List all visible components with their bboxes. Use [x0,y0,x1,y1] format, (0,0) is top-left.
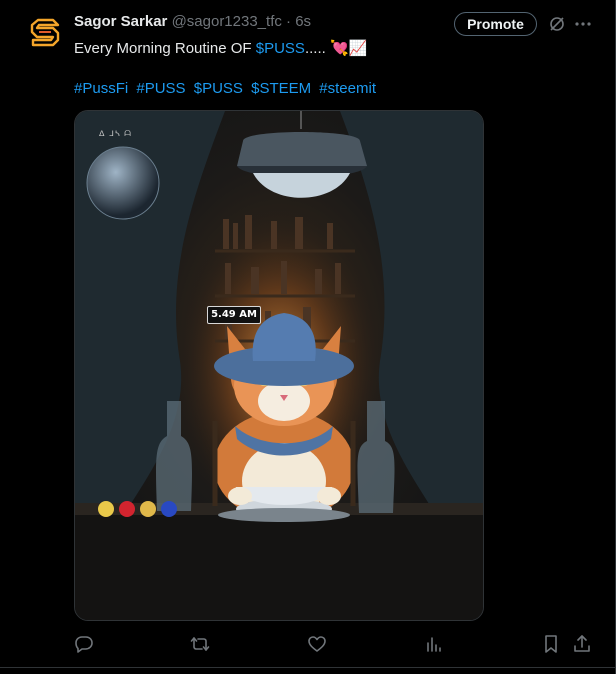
clock-label: 5.49 AM [207,306,261,324]
grok-icon[interactable] [548,15,566,33]
timestamp[interactable]: 6s [295,13,311,30]
author-name[interactable]: Sagor Sarkar [74,13,167,30]
cashtag-link[interactable]: $PUSS [194,80,243,97]
action-bar [0,634,616,656]
s-logo-icon [30,18,60,47]
hashtag-link[interactable]: #steemit [319,80,376,97]
share-icon[interactable] [572,634,592,654]
bottom-divider [0,667,616,668]
hashtag-link[interactable]: #PussFi [74,80,128,97]
author-handle[interactable]: @sagor1233_tfc [172,13,282,30]
tweet-text-suffix: ..... 💘📈 [304,40,368,57]
tweet-text-prefix: Every Morning Routine OF [74,40,256,57]
tweet-image[interactable]: 5.49 AM ᐃ ᒧᓴ ᗩ [74,110,484,621]
bookmark-icon[interactable] [541,634,561,654]
hashtag-link[interactable]: #PUSS [136,80,185,97]
retweet-icon[interactable] [190,634,210,654]
tweet-header: Sagor Sarkar @sagor1233_tfc · 6s [74,13,311,30]
views-icon[interactable] [424,634,444,654]
separator-dot: · [286,13,292,30]
promote-button[interactable]: Promote [454,12,537,36]
like-icon[interactable] [307,634,327,654]
tweet-text: Every Morning Routine OF $PUSS..... 💘📈 [74,39,367,59]
corner-glyphs: ᐃ ᒧᓴ ᗩ [99,129,132,138]
reply-icon[interactable] [74,634,94,654]
hashtag-row: #PussFi #PUSS $PUSS $STEEM #steemit [74,79,380,99]
cashtag-link[interactable]: $STEEM [251,80,311,97]
avatar[interactable] [27,14,63,50]
cat-illustration [75,111,483,620]
more-options-icon[interactable] [574,15,592,33]
cashtag-link[interactable]: $PUSS [256,40,305,57]
